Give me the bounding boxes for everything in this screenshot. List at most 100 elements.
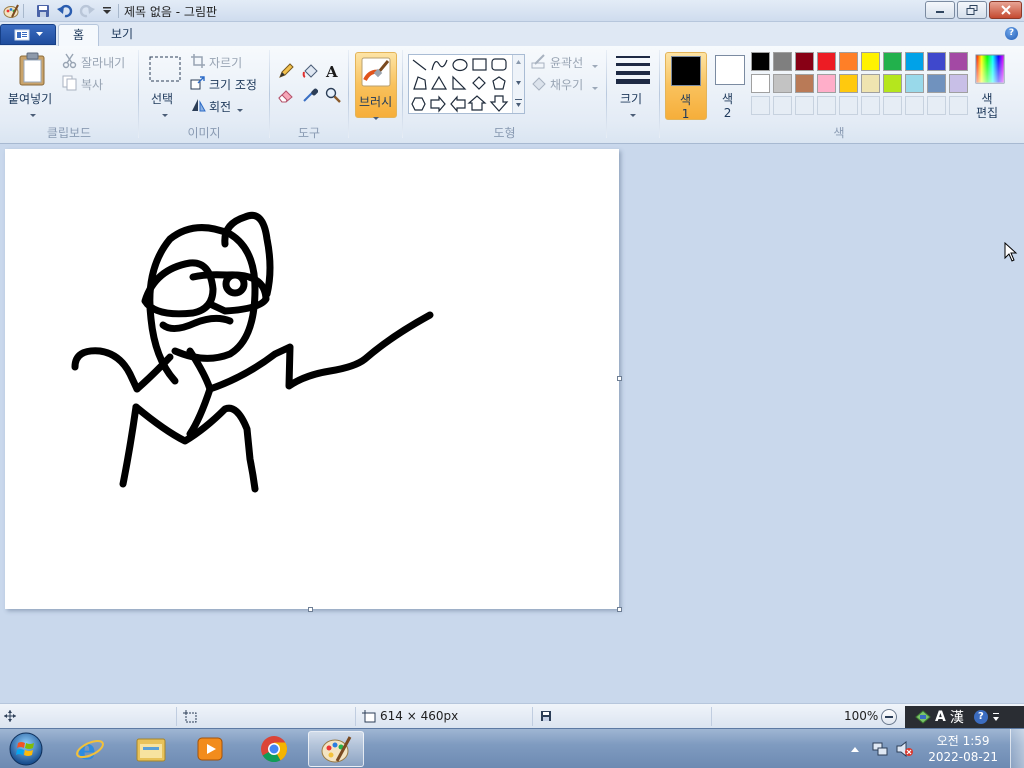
fill-tool[interactable]	[299, 60, 321, 82]
line-size-icon	[616, 56, 650, 84]
copy-button[interactable]: 복사	[62, 74, 122, 94]
show-desktop-button[interactable]	[1010, 729, 1024, 768]
show-hidden-icons-icon[interactable]	[850, 745, 860, 753]
zoom-out-icon	[885, 716, 893, 718]
restore-button[interactable]	[957, 1, 987, 19]
tab-home[interactable]: 홈	[58, 24, 100, 46]
select-button[interactable]: 선택	[144, 50, 186, 120]
curve-shape-icon	[431, 59, 448, 71]
palette-custom-slot[interactable]	[817, 96, 836, 115]
network-icon[interactable]	[872, 741, 888, 757]
palette-custom-slot[interactable]	[905, 96, 924, 115]
help-icon[interactable]: ?	[1005, 27, 1018, 40]
ime-toolbar-icon[interactable]	[915, 710, 931, 724]
palette-color-swatch[interactable]	[905, 52, 924, 71]
palette-custom-slot[interactable]	[795, 96, 814, 115]
palette-custom-slot[interactable]	[839, 96, 858, 115]
minimize-button[interactable]	[925, 1, 955, 19]
palette-color-swatch[interactable]	[927, 52, 946, 71]
fill-button[interactable]: 채우기	[531, 74, 601, 94]
pencil-tool[interactable]	[275, 60, 297, 82]
palette-custom-slot[interactable]	[949, 96, 968, 115]
palette-color-swatch[interactable]	[817, 74, 836, 93]
ribbon: 붙여넣기 잘라내기 복사 클립보드 선택 자르기 크기 조정 회전 이미지 A	[0, 46, 1024, 144]
palette-custom-slot[interactable]	[927, 96, 946, 115]
palette-color-swatch[interactable]	[773, 52, 792, 71]
start-button[interactable]	[4, 730, 48, 768]
palette-color-swatch[interactable]	[773, 74, 792, 93]
ime-hanja-toggle[interactable]: 漢	[950, 707, 964, 727]
palette-custom-slot[interactable]	[751, 96, 770, 115]
resize-handle-bottom[interactable]	[308, 607, 313, 612]
drawing-canvas[interactable]	[5, 149, 619, 609]
close-button[interactable]	[989, 1, 1022, 19]
taskbar-paint[interactable]	[308, 731, 364, 767]
minimize-icon	[936, 11, 944, 13]
group-separator	[606, 50, 607, 138]
paint-app-icon[interactable]	[2, 2, 20, 20]
title-divider	[118, 4, 119, 18]
crop-button[interactable]: 자르기	[190, 52, 260, 72]
palette-color-swatch[interactable]	[795, 74, 814, 93]
ime-mode-toggle[interactable]: A	[935, 709, 946, 725]
palette-custom-slot[interactable]	[883, 96, 902, 115]
palette-custom-slot[interactable]	[861, 96, 880, 115]
palette-color-swatch[interactable]	[883, 52, 902, 71]
taskbar-clock[interactable]: 오전 1:59 2022-08-21	[928, 733, 998, 765]
palette-color-swatch[interactable]	[905, 74, 924, 93]
taskbar-chrome[interactable]	[246, 731, 302, 767]
ime-help-icon[interactable]: ?	[973, 710, 988, 724]
cut-button[interactable]: 잘라내기	[62, 52, 132, 72]
palette-color-swatch[interactable]	[949, 74, 968, 93]
ime-options-icon[interactable]	[992, 710, 1000, 724]
palette-color-swatch[interactable]	[861, 74, 880, 93]
magnifier-tool[interactable]	[322, 84, 344, 106]
palette-color-swatch[interactable]	[883, 74, 902, 93]
palette-color-swatch[interactable]	[927, 74, 946, 93]
color-picker-tool[interactable]	[299, 84, 321, 106]
shapes-gallery[interactable]	[408, 54, 525, 114]
palette-custom-slot[interactable]	[773, 96, 792, 115]
redo-icon[interactable]	[78, 2, 96, 20]
eraser-tool[interactable]	[275, 84, 297, 106]
save-icon[interactable]	[34, 2, 52, 20]
copy-label: 복사	[81, 78, 104, 92]
resize-handle-right[interactable]	[617, 376, 622, 381]
rotate-label: 회전	[209, 100, 232, 114]
size-button[interactable]: 크기	[612, 50, 654, 120]
customize-quick-access-icon[interactable]	[98, 2, 116, 20]
palette-color-swatch[interactable]	[751, 52, 770, 71]
taskbar-internet-explorer[interactable]: e	[62, 731, 118, 767]
paste-button[interactable]: 붙여넣기	[6, 50, 60, 120]
paint-bucket-icon	[302, 64, 318, 78]
resize-handle-corner[interactable]	[617, 607, 622, 612]
edit-colors-button[interactable]: 색 편집	[972, 52, 1008, 120]
text-tool[interactable]: A	[322, 60, 344, 82]
brushes-button[interactable]: 브러시	[355, 52, 397, 120]
volume-muted-icon[interactable]	[896, 741, 914, 757]
paint-palette-icon	[321, 736, 352, 763]
rotate-button[interactable]: 회전	[190, 96, 250, 116]
folder-icon	[136, 738, 166, 762]
taskbar-media-player[interactable]	[182, 731, 238, 767]
palette-color-swatch[interactable]	[839, 52, 858, 71]
palette-color-swatch[interactable]	[751, 74, 770, 93]
select-dropdown-arrow	[162, 108, 168, 122]
taskbar-file-explorer[interactable]	[123, 731, 179, 767]
palette-color-swatch[interactable]	[949, 52, 968, 71]
resize-button[interactable]: 크기 조정	[190, 74, 270, 94]
shapes-gallery-scroll[interactable]	[512, 55, 524, 113]
color-2-button[interactable]: 색2	[710, 52, 746, 120]
color-1-button[interactable]: 색1	[665, 52, 707, 121]
palette-color-swatch[interactable]	[861, 52, 880, 71]
palette-color-swatch[interactable]	[795, 52, 814, 71]
undo-icon[interactable]	[56, 2, 74, 20]
left-arrow-shape-icon	[450, 95, 466, 113]
tab-view[interactable]: 보기	[97, 24, 147, 46]
palette-color-swatch[interactable]	[839, 74, 858, 93]
outline-button[interactable]: 윤곽선	[531, 52, 601, 72]
zoom-out-button[interactable]	[881, 709, 897, 725]
mouse-cursor-icon	[1004, 242, 1018, 262]
palette-color-swatch[interactable]	[817, 52, 836, 71]
paint-menu-button[interactable]	[0, 24, 56, 45]
